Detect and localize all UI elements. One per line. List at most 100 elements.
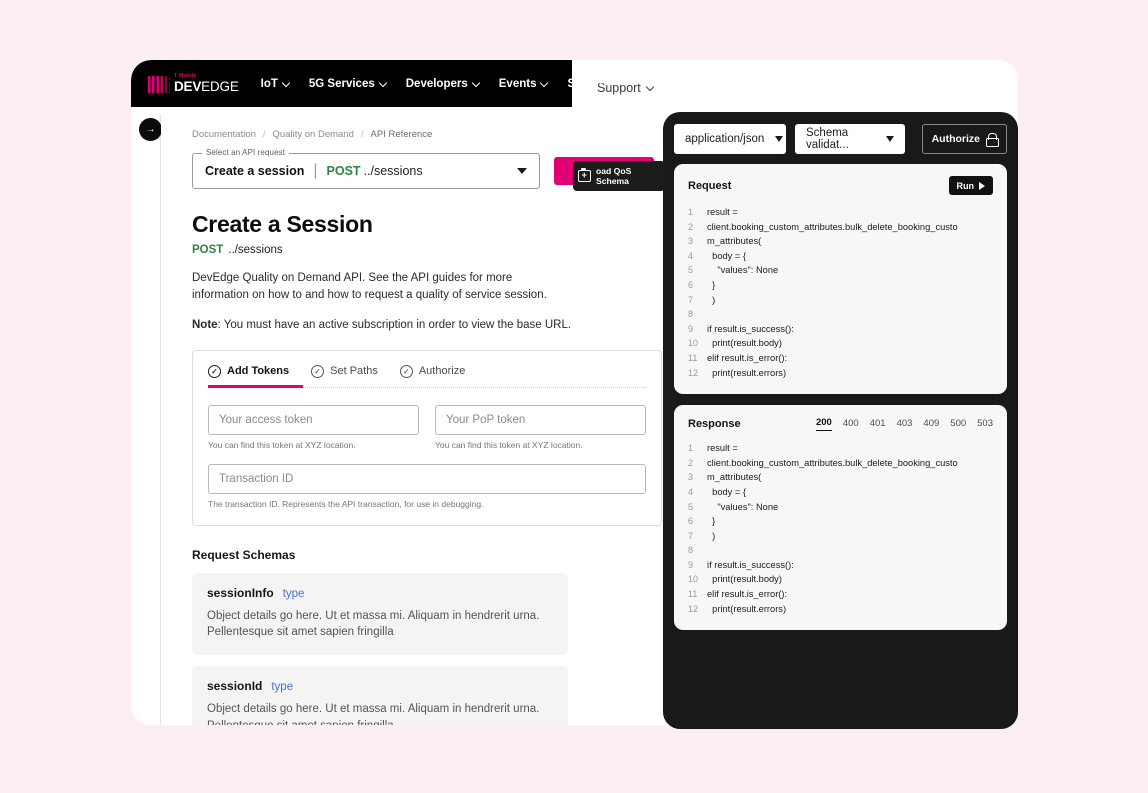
response-status-409[interactable]: 409 — [923, 418, 939, 431]
schema-card[interactable]: sessionId type Object details go here. U… — [192, 665, 568, 725]
response-status-403[interactable]: 403 — [897, 418, 913, 431]
code-line-number: 8 — [688, 545, 694, 556]
code-line-number: 5 — [688, 265, 694, 276]
code-line-number: 10 — [688, 574, 699, 585]
code-line: 4 body = { — [688, 249, 993, 264]
schema-card[interactable]: sessionInfo type Object details go here.… — [192, 572, 568, 655]
nav-item-events[interactable]: Events — [499, 78, 549, 90]
breadcrumb-item-1[interactable]: Quality on Demand — [273, 129, 354, 140]
code-line-number: 7 — [688, 530, 694, 541]
response-status-500[interactable]: 500 — [950, 418, 966, 431]
arrow-right-circle-icon[interactable]: → — [139, 118, 162, 141]
code-line-text: print(result.body) — [707, 574, 782, 585]
code-line: 8 — [688, 307, 993, 322]
response-card: Response 200 400 401 403 409 500 503 1 result =… — [674, 405, 1007, 631]
code-line-text: client.booking_custom_attributes.bulk_de… — [707, 457, 958, 468]
code-line-number: 10 — [688, 338, 699, 349]
response-status-401[interactable]: 401 — [870, 418, 886, 431]
chevron-down-icon — [283, 80, 290, 87]
code-line: 3 m_attributes( — [688, 470, 993, 485]
content-type-select[interactable]: application/json — [674, 124, 786, 154]
tab-set-paths[interactable]: ✓ Set Paths — [311, 364, 378, 380]
code-line-text: m_attributes( — [707, 236, 762, 247]
code-line: 10 print(result.body) — [688, 572, 993, 587]
code-line-text: } — [707, 516, 716, 527]
code-line: 5 "values": None — [688, 263, 993, 278]
nav-item-developers-label: Developers — [405, 77, 468, 90]
nav-item-iot[interactable]: IoT — [261, 78, 290, 90]
endpoint-method: POST — [192, 244, 224, 256]
api-console-panel: application/json Schema validat... Autho… — [663, 112, 1018, 729]
page-description: DevEdge Quality on Demand API. See the A… — [192, 272, 547, 302]
devedge-logo[interactable]: T Mobile DEVEDGE — [148, 73, 239, 94]
schema-type-link[interactable]: type — [271, 681, 293, 693]
tokens-panel: ✓ Add Tokens ✓ Set Paths ✓ Authorize You… — [192, 349, 662, 526]
transaction-id-field-group: The transaction ID. Represents the API t… — [208, 463, 646, 509]
tab-authorize-label: Authorize — [418, 365, 466, 377]
pop-token-input[interactable] — [435, 404, 646, 435]
code-line-text: elif result.is_error(): — [707, 352, 788, 363]
response-code-block[interactable]: 1 result = 2 client.booking_custom_attribut… — [688, 441, 993, 616]
lock-icon — [986, 133, 999, 147]
tab-add-tokens[interactable]: ✓ Add Tokens — [208, 364, 290, 380]
code-line: 11 elif result.is_error(): — [688, 351, 993, 366]
code-line-number: 2 — [688, 457, 694, 468]
breadcrumb-item-0[interactable]: Documentation — [192, 129, 256, 140]
code-line: 7 ) — [688, 293, 993, 308]
api-request-select[interactable]: Select an API request Create a session |… — [192, 148, 540, 189]
code-line: 2 client.booking_custom_attributes.bulk_d… — [688, 456, 993, 471]
code-line: 9 if result.is_success(): — [688, 558, 993, 573]
code-line-number: 3 — [688, 472, 694, 483]
run-button-label: Run — [956, 180, 975, 191]
chevron-down-icon — [541, 80, 548, 87]
nav-item-5g-services[interactable]: 5G Services — [309, 78, 387, 90]
note-text: : You must have an active subscription i… — [217, 318, 572, 331]
transaction-id-input[interactable] — [208, 463, 646, 494]
schema-validation-value: Schema validat... — [806, 127, 849, 151]
code-line: 5 "values": None — [688, 500, 993, 515]
code-line-number: 11 — [688, 352, 698, 363]
console-toolbar: application/json Schema validat... Autho… — [674, 124, 1007, 154]
code-line: 12 print(result.errors) — [688, 366, 993, 381]
access-token-input[interactable] — [208, 404, 419, 435]
schema-description: Object details go here. Ut et massa mi. … — [207, 702, 540, 725]
authorize-button-label: Authorize — [931, 133, 980, 145]
response-status-200[interactable]: 200 — [815, 417, 832, 432]
nav-item-events-label: Events — [498, 77, 537, 90]
code-line: 4 body = { — [688, 485, 993, 500]
schema-type-link[interactable]: type — [283, 588, 305, 600]
code-line-text: } — [707, 279, 716, 290]
request-card-header: Request Run — [688, 176, 993, 195]
schema-validation-select[interactable]: Schema validat... — [795, 124, 905, 154]
authorize-button[interactable]: Authorize — [921, 124, 1007, 154]
nav-item-support[interactable]: Supp — [567, 78, 608, 90]
code-line: 7 ) — [688, 529, 993, 544]
tab-add-tokens-label: Add Tokens — [227, 365, 290, 377]
tab-set-paths-label: Set Paths — [330, 365, 378, 377]
play-icon — [979, 181, 985, 190]
code-line-text: if result.is_success(): — [707, 559, 794, 570]
breadcrumb-separator: / — [262, 129, 266, 140]
tab-authorize[interactable]: ✓ Authorize — [399, 364, 466, 380]
code-line-number: 12 — [688, 603, 699, 614]
run-button[interactable]: Run — [948, 176, 993, 195]
access-token-hint: You can find this token at XYZ location. — [208, 439, 356, 450]
code-line-number: 8 — [688, 309, 694, 320]
response-status-503[interactable]: 503 — [977, 418, 993, 431]
nav-item-developers[interactable]: Developers — [406, 78, 480, 90]
logo-light: EDGE — [201, 78, 239, 94]
breadcrumb-item-2[interactable]: API Reference — [371, 129, 433, 140]
schema-name: sessionId — [207, 678, 263, 693]
schema-header: sessionId type — [207, 679, 553, 693]
code-line-number: 6 — [688, 279, 694, 290]
response-status-400[interactable]: 400 — [843, 418, 859, 431]
pop-token-hint: You can find this token at XYZ location. — [435, 439, 583, 450]
code-line-text: result = — [707, 443, 738, 454]
chevron-down-icon[interactable] — [517, 168, 527, 174]
code-line-text: body = { — [707, 486, 747, 497]
request-code-block[interactable]: 1 result = 2 client.booking_custom_attribut… — [688, 205, 993, 380]
code-line-text: "values": None — [707, 501, 779, 512]
code-line-text: print(result.errors) — [707, 603, 787, 614]
code-line-number: 9 — [688, 323, 694, 334]
nav-item-iot-label: IoT — [260, 77, 278, 90]
